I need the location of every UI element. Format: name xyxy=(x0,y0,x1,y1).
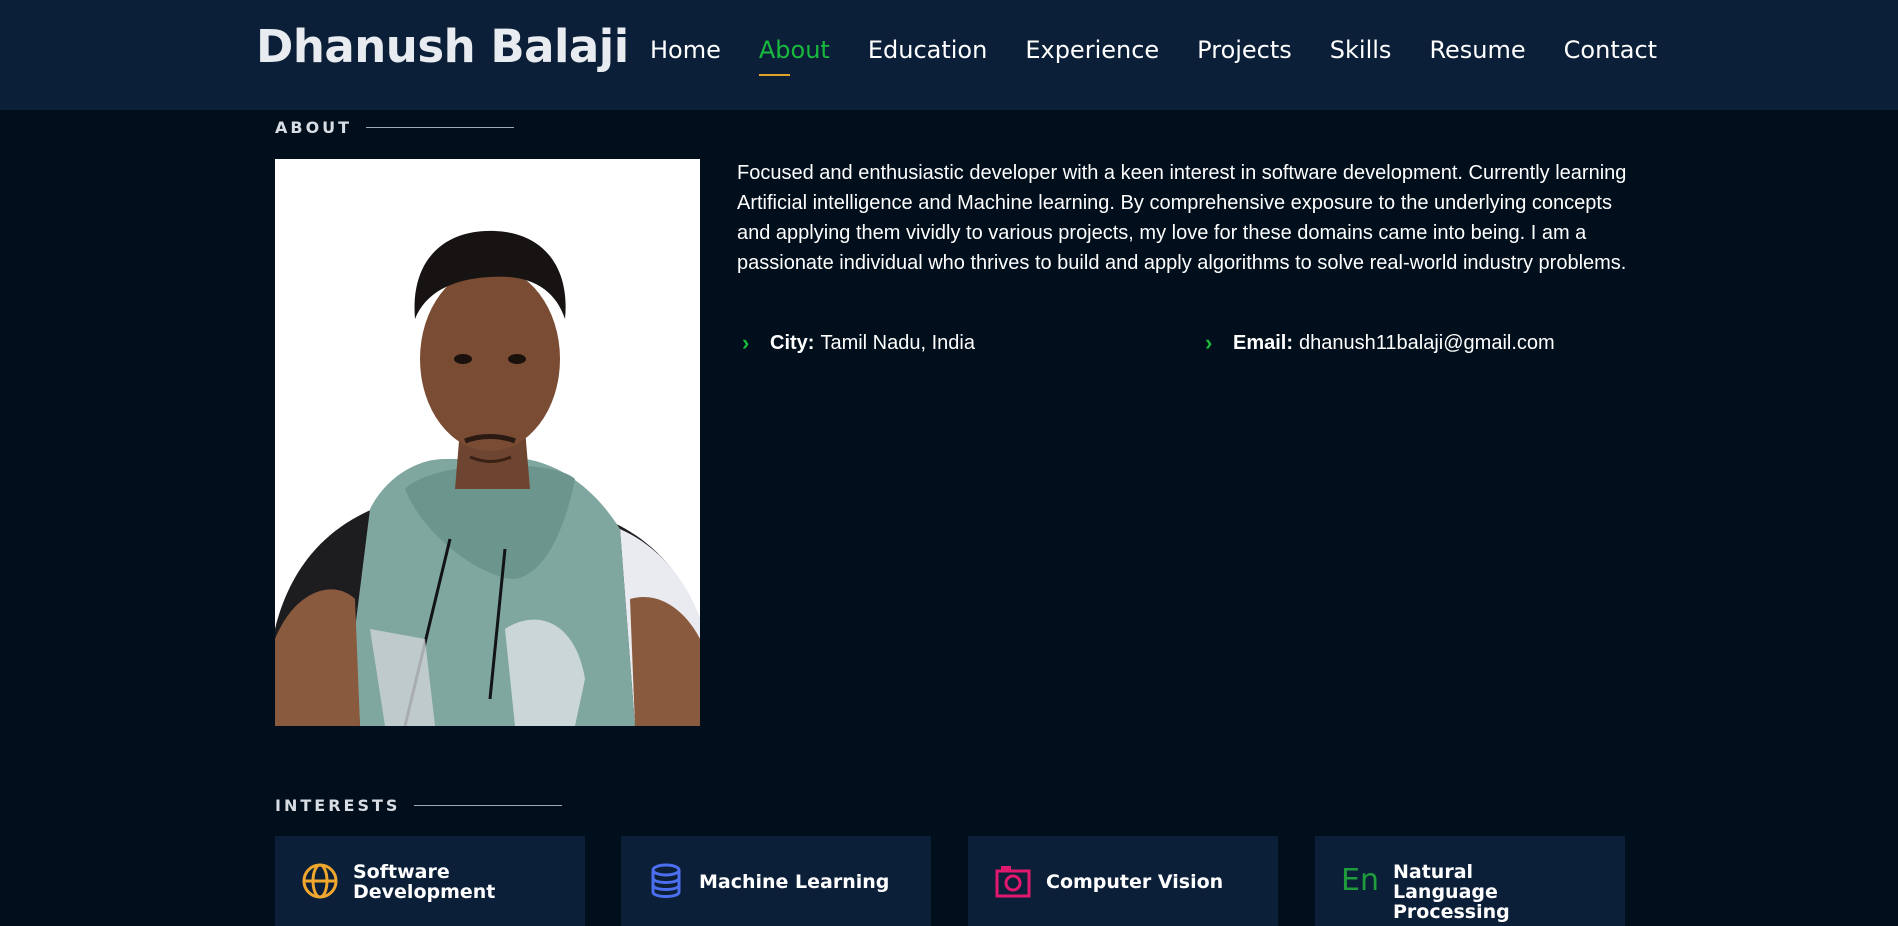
site-logo[interactable]: Dhanush Balaji xyxy=(256,20,629,73)
email-label: Email: xyxy=(1233,331,1294,354)
interest-card-software-development[interactable]: Software Development xyxy=(275,836,585,926)
nav-contact[interactable]: Contact xyxy=(1564,36,1657,64)
profile-photo-illustration xyxy=(275,230,700,726)
city-label: City: xyxy=(770,331,815,354)
profile-photo xyxy=(275,159,700,726)
about-heading-rule xyxy=(366,127,515,128)
interest-card-machine-learning[interactable]: Machine Learning xyxy=(621,836,931,926)
globe-icon xyxy=(302,863,338,899)
about-description: Focused and enthusiastic developer with … xyxy=(737,162,1627,274)
site-header: Dhanush Balaji Home About Education Expe… xyxy=(0,0,1898,110)
nav-home[interactable]: Home xyxy=(650,36,721,64)
main-nav: Home About Education Experience Projects… xyxy=(650,36,1695,76)
language-en-icon: En xyxy=(1341,863,1379,898)
interest-label: Natural Language Processing xyxy=(1393,861,1510,923)
interest-label: Computer Vision xyxy=(1046,871,1224,893)
chevron-right-icon: › xyxy=(742,330,750,355)
about-heading: ABOUT xyxy=(275,118,353,137)
interests-heading-rule xyxy=(414,805,563,806)
nav-experience[interactable]: Experience xyxy=(1025,36,1159,64)
email-value[interactable]: dhanush11balaji@gmail.com xyxy=(1299,332,1555,355)
interests-section-title: INTERESTS xyxy=(275,796,563,815)
database-icon xyxy=(651,863,681,898)
about-section-title: ABOUT xyxy=(275,118,515,137)
interest-label: Software Development xyxy=(353,861,496,903)
city-info: › City: Tamil Nadu, India xyxy=(742,330,975,356)
interest-card-nlp[interactable]: En Natural Language Processing xyxy=(1315,836,1625,926)
camera-icon xyxy=(995,866,1031,898)
nav-projects[interactable]: Projects xyxy=(1197,36,1292,64)
city-value: Tamil Nadu, India xyxy=(820,331,975,354)
interests-heading: INTERESTS xyxy=(275,796,401,815)
interest-label: Machine Learning xyxy=(699,871,890,893)
nav-education[interactable]: Education xyxy=(868,36,987,64)
interest-card-computer-vision[interactable]: Computer Vision xyxy=(968,836,1278,926)
chevron-right-icon: › xyxy=(1205,330,1213,355)
email-info: › Email: dhanush11balaji@gmail.com xyxy=(1205,330,1555,356)
nav-resume[interactable]: Resume xyxy=(1429,36,1525,64)
nav-skills[interactable]: Skills xyxy=(1330,36,1392,64)
nav-about[interactable]: About xyxy=(758,36,830,76)
